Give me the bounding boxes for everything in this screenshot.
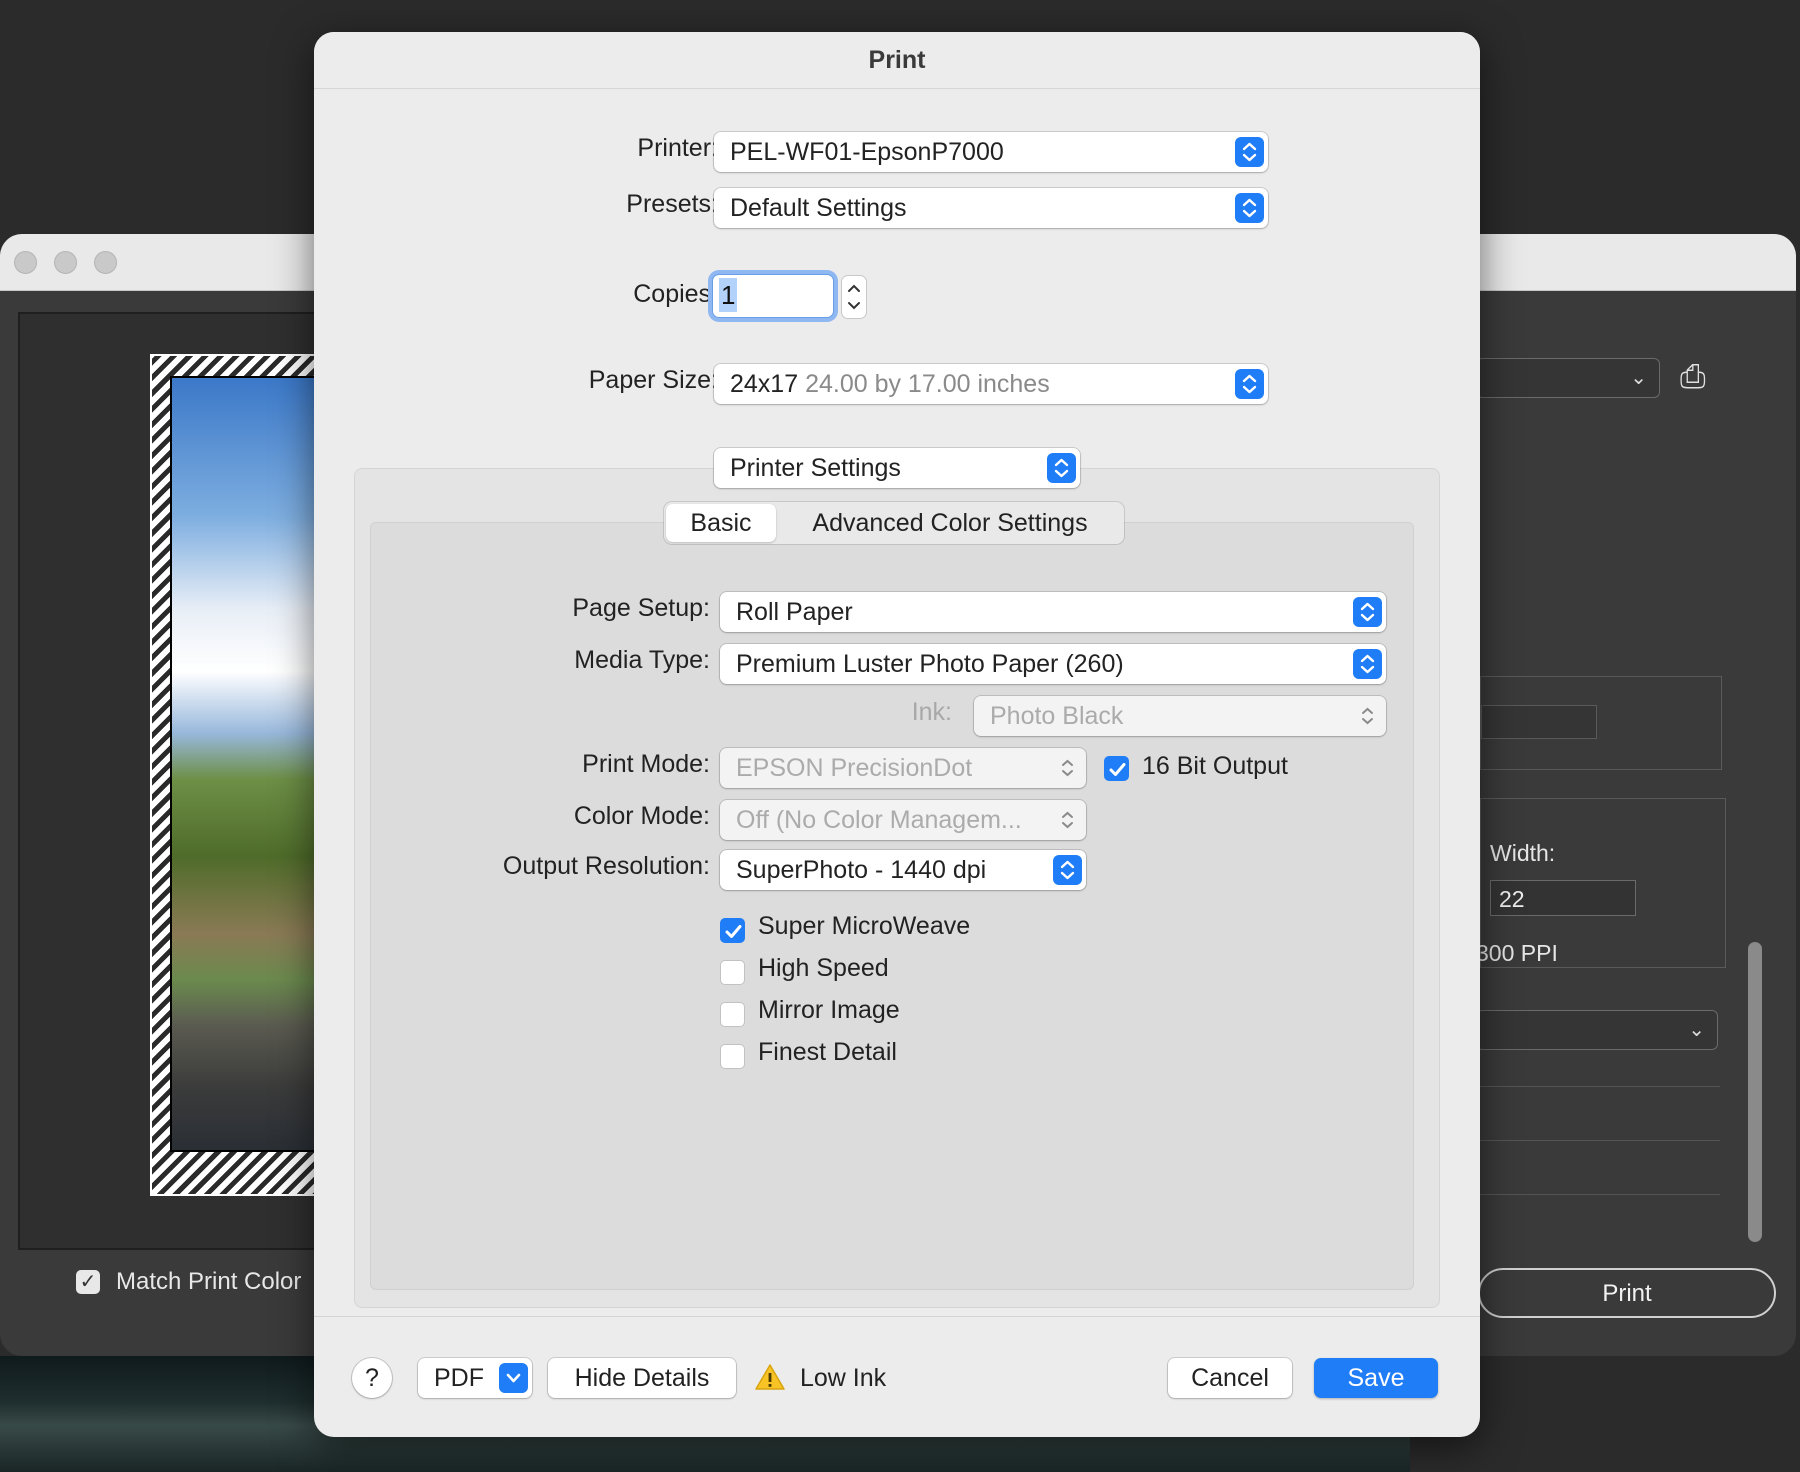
- ink-popup: Photo Black: [974, 696, 1386, 736]
- background-dropdown-2[interactable]: ⌄: [1476, 1010, 1718, 1050]
- color-mode-popup: Off (No Color Managem...: [720, 800, 1086, 840]
- updown-selector-icon: [1353, 597, 1382, 627]
- width-input[interactable]: 22: [1490, 880, 1636, 916]
- help-icon[interactable]: ?: [352, 1358, 392, 1398]
- copies-stepper[interactable]: [842, 276, 866, 318]
- printer-value: PEL-WF01-EpsonP7000: [730, 138, 1004, 166]
- ink-label: Ink:: [911, 698, 952, 726]
- save-button[interactable]: Save: [1314, 1358, 1438, 1398]
- paper-size-label: Paper Size:: [588, 366, 718, 394]
- updown-selector-icon: [1053, 855, 1082, 885]
- cancel-button[interactable]: Cancel: [1168, 1358, 1292, 1398]
- printer-popup[interactable]: PEL-WF01-EpsonP7000: [714, 132, 1268, 172]
- ppi-text: 300 PPI: [1476, 940, 1558, 966]
- section-popup[interactable]: Printer Settings: [714, 448, 1080, 488]
- print-dialog: Print Printer: PEL-WF01-EpsonP7000 Prese…: [314, 32, 1480, 1437]
- mirror-image-checkbox[interactable]: [720, 1002, 745, 1027]
- preview-photo: [170, 376, 330, 1152]
- printer-label: Printer:: [637, 134, 718, 162]
- tab-advanced-color-settings[interactable]: Advanced Color Settings: [778, 504, 1122, 542]
- presets-label: Presets:: [626, 190, 718, 218]
- page-setup-value: Roll Paper: [736, 598, 853, 626]
- chevron-down-icon: [499, 1363, 528, 1393]
- copies-value: 1: [719, 278, 738, 312]
- finest-detail-checkbox[interactable]: [720, 1044, 745, 1069]
- print-mode-label: Print Mode:: [582, 750, 710, 778]
- basic-tab-content: [370, 522, 1414, 1290]
- print-mode-value: EPSON PrecisionDot: [736, 754, 973, 782]
- page-setup-popup[interactable]: Roll Paper: [720, 592, 1386, 632]
- copies-input[interactable]: 1: [712, 274, 834, 318]
- paper-size-popup[interactable]: 24x17 24.00 by 17.00 inches: [714, 364, 1268, 404]
- width-label: Width:: [1490, 840, 1556, 866]
- paper-size-detail: 24.00 by 17.00 inches: [805, 370, 1050, 398]
- dialog-title: Print: [314, 32, 1480, 89]
- pdf-label: PDF: [434, 1364, 484, 1392]
- background-settings-box: [1480, 676, 1722, 770]
- updown-selector-icon: [1235, 137, 1264, 167]
- warning-icon: [754, 1362, 786, 1392]
- chevron-down-icon: ⌄: [1688, 1019, 1705, 1041]
- match-print-colors-row[interactable]: ✓ Match Print Color: [76, 1262, 301, 1302]
- page-setup-label: Page Setup:: [572, 594, 710, 622]
- minimize-window-button[interactable]: [54, 251, 77, 274]
- background-printer-dropdown[interactable]: ⌄: [1476, 358, 1660, 398]
- 16-bit-output-checkbox[interactable]: [1104, 756, 1129, 781]
- ink-value: Photo Black: [990, 702, 1124, 730]
- output-resolution-popup[interactable]: SuperPhoto - 1440 dpi: [720, 850, 1086, 890]
- chevron-down-icon: ⌄: [1630, 367, 1647, 389]
- pdf-menu-button[interactable]: PDF: [418, 1358, 532, 1398]
- printer-icon[interactable]: ⎙: [1680, 358, 1706, 396]
- paper-size-value: 24x17: [730, 370, 799, 398]
- updown-selector-icon: [1353, 649, 1382, 679]
- updown-selector-icon: [1235, 193, 1264, 223]
- low-ink-warning: Low Ink: [800, 1364, 887, 1392]
- tab-basic[interactable]: Basic: [666, 504, 776, 542]
- presets-value: Default Settings: [730, 194, 907, 222]
- output-resolution-value: SuperPhoto - 1440 dpi: [736, 856, 987, 884]
- tab-bar: Basic Advanced Color Settings: [664, 502, 1124, 544]
- match-print-colors-checkbox[interactable]: ✓: [76, 1270, 100, 1294]
- media-type-value: Premium Luster Photo Paper (260): [736, 650, 1124, 678]
- divider: [1480, 1194, 1720, 1195]
- close-window-button[interactable]: [14, 251, 37, 274]
- hide-details-button[interactable]: Hide Details: [548, 1358, 736, 1398]
- updown-selector-icon: [1053, 753, 1082, 783]
- updown-selector-icon: [1235, 369, 1264, 399]
- super-microweave-label: Super MicroWeave: [758, 912, 971, 940]
- match-print-colors-label: Match Print Color: [116, 1268, 302, 1295]
- super-microweave-checkbox[interactable]: [720, 918, 745, 943]
- high-speed-label: High Speed: [758, 954, 889, 982]
- updown-selector-icon: [1047, 453, 1076, 483]
- section-popup-value: Printer Settings: [730, 454, 901, 482]
- updown-selector-icon: [1053, 805, 1082, 835]
- mirror-image-label: Mirror Image: [758, 996, 900, 1024]
- presets-popup[interactable]: Default Settings: [714, 188, 1268, 228]
- color-mode-label: Color Mode:: [573, 802, 710, 830]
- print-mode-popup: EPSON PrecisionDot: [720, 748, 1086, 788]
- copies-label: Copies:: [633, 280, 718, 308]
- updown-selector-icon: [1353, 701, 1382, 731]
- background-print-button[interactable]: Print: [1478, 1268, 1776, 1318]
- background-scrollbar[interactable]: [1748, 942, 1762, 1242]
- media-type-popup[interactable]: Premium Luster Photo Paper (260): [720, 644, 1386, 684]
- 16-bit-output-label: 16 Bit Output: [1142, 752, 1288, 780]
- output-resolution-label: Output Resolution:: [502, 852, 710, 880]
- media-type-label: Media Type:: [574, 646, 710, 674]
- finest-detail-label: Finest Detail: [758, 1038, 897, 1066]
- divider: [1480, 1086, 1720, 1087]
- color-mode-value: Off (No Color Managem...: [736, 806, 1022, 834]
- background-input[interactable]: [1481, 705, 1597, 739]
- high-speed-checkbox[interactable]: [720, 960, 745, 985]
- footer-divider: [314, 1316, 1480, 1317]
- zoom-window-button[interactable]: [94, 251, 117, 274]
- divider: [1480, 1140, 1720, 1141]
